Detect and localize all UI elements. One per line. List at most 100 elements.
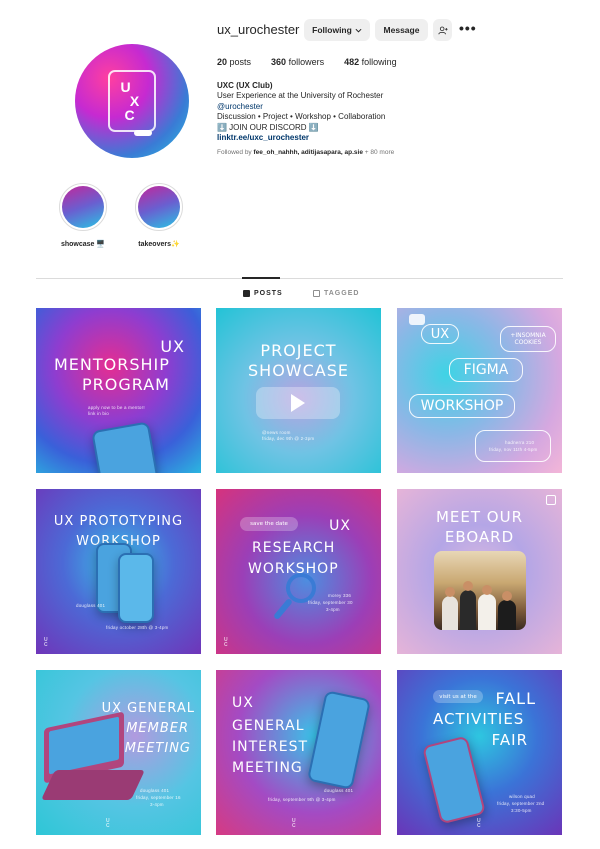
post-title: GENERAL xyxy=(232,718,305,734)
highlight-label: showcase 🖥️ xyxy=(60,241,106,248)
add-user-icon xyxy=(437,26,448,34)
post-caption: douglass 401 xyxy=(76,603,106,608)
magnifier-icon xyxy=(286,573,316,603)
person-head xyxy=(463,581,473,591)
profile-avatar[interactable]: U X C xyxy=(75,44,189,158)
post-caption: douglass 401 xyxy=(324,788,354,793)
tab-posts-label: POSTS xyxy=(254,290,283,297)
person-head xyxy=(502,591,512,601)
tab-tagged-label: TAGGED xyxy=(324,290,360,297)
chevron-down-icon xyxy=(355,28,362,33)
tab-tagged[interactable]: TAGGED xyxy=(313,290,359,297)
highlight-showcase[interactable]: showcase 🖥️ xyxy=(58,183,108,248)
post-caption: hadnerra 210 xyxy=(505,440,535,445)
uxc-logo-icon: U X C xyxy=(108,70,156,136)
person-head xyxy=(445,587,455,597)
following-count: 482 xyxy=(344,57,360,67)
highlight-ring xyxy=(59,183,107,231)
post-title: RESEARCH xyxy=(252,540,336,556)
message-button-label: Message xyxy=(383,25,420,35)
tagged-icon xyxy=(313,290,320,297)
followed-by[interactable]: Followed by fee_oh_nahhh, aditijasapara,… xyxy=(217,149,394,156)
following-stat[interactable]: 482 following xyxy=(344,57,397,67)
highlight-cover xyxy=(138,186,180,228)
person-head xyxy=(482,585,492,595)
post-title: FALL xyxy=(495,689,536,708)
bio-line: User Experience at the University of Roc… xyxy=(217,91,384,101)
message-button[interactable]: Message xyxy=(375,19,428,41)
laptop-base xyxy=(41,770,145,800)
post-caption: apply now to be a mentor! link in bio xyxy=(88,405,145,416)
post-caption: 3:30-5pm xyxy=(511,808,532,813)
video-icon xyxy=(409,314,425,325)
post-caption: douglass 401 xyxy=(140,788,170,793)
followed-by-more: + 80 more xyxy=(364,149,395,156)
posts-stat: 20 posts xyxy=(217,57,251,67)
logo-letter: U xyxy=(120,79,132,95)
active-tab-indicator xyxy=(242,277,280,279)
following-button[interactable]: Following xyxy=(304,19,370,41)
profile-username: ux_urochester xyxy=(217,22,300,37)
post-tile[interactable]: save the date UX RESEARCH WORKSHOP morey… xyxy=(216,489,381,654)
post-tile[interactable]: UX GENERAL INTEREST MEETING douglass 401… xyxy=(216,670,381,835)
post-caption: friday, september 2nd xyxy=(497,801,545,806)
post-title: INTEREST xyxy=(232,739,309,755)
bio-line: ⬇️ JOIN OUR DISCORD ⬇️ xyxy=(217,122,319,132)
post-title: MENTORSHIP xyxy=(54,355,170,374)
posts-label: posts xyxy=(229,57,252,67)
post-tile[interactable]: UX PROTOTYPING WORKSHOP douglass 401 fri… xyxy=(36,489,201,654)
post-title: EBOARD xyxy=(444,528,515,546)
post-tile[interactable]: UX +INSOMNIA COOKIES FIGMA WORKSHOP hadn… xyxy=(397,308,562,473)
bio-external-link[interactable]: linktr.ee/uxc_urochester xyxy=(217,133,385,143)
post-caption: friday october 28th @ 3-4pm xyxy=(106,625,169,630)
post-title: SHOWCASE xyxy=(248,361,349,380)
uxc-logo-icon: UC xyxy=(477,818,481,829)
profile-stats: 20 posts 360 followers 482 following xyxy=(217,57,417,67)
followed-by-prefix: Followed by xyxy=(217,149,252,156)
post-title: WORKSHOP xyxy=(409,394,515,418)
post-tag: visit us at the xyxy=(433,690,483,703)
post-tile[interactable]: MEET OUR EBOARD xyxy=(397,489,562,654)
post-caption: 3-4pm xyxy=(150,802,164,807)
following-button-label: Following xyxy=(312,25,352,35)
profile-display-name: UXC (UX Club) xyxy=(217,81,273,90)
highlight-cover xyxy=(62,186,104,228)
bio-line: Discussion • Project • Workshop • Collab… xyxy=(217,112,386,122)
post-title: MEMBER xyxy=(126,721,189,736)
post-tile[interactable]: PROJECT SHOWCASE @news room friday, dec … xyxy=(216,308,381,473)
post-title: PROJECT xyxy=(260,341,337,360)
uxc-logo-icon: UC xyxy=(44,637,48,648)
person-figure xyxy=(498,600,516,630)
carousel-icon xyxy=(546,495,556,505)
post-tile[interactable]: UX MENTORSHIP PROGRAM apply now to be a … xyxy=(36,308,201,473)
followers-label: followers xyxy=(288,57,325,67)
highlight-takeovers[interactable]: takeovers✨ xyxy=(134,183,184,248)
phone-illustration xyxy=(91,421,159,473)
post-title: MEETING xyxy=(124,741,191,756)
post-title: PROGRAM xyxy=(82,375,170,394)
more-options-icon[interactable]: ••• xyxy=(459,21,476,36)
post-title: UX xyxy=(329,518,351,534)
uxc-logo-icon: UC xyxy=(106,818,110,829)
post-tile[interactable]: UX GENERAL MEMBER MEETING douglass 401 f… xyxy=(36,670,201,835)
post-caption: friday, nov 11th 4-5pm xyxy=(489,447,538,452)
post-title: MEETING xyxy=(232,760,303,776)
eboard-photo xyxy=(434,551,526,630)
logo-pill xyxy=(134,130,152,136)
suggested-users-button[interactable] xyxy=(433,19,452,41)
followers-count: 360 xyxy=(271,57,287,67)
post-title: FIGMA xyxy=(449,358,523,382)
post-caption: morey 336 xyxy=(328,593,352,598)
grid-icon xyxy=(243,290,250,297)
post-title: UX GENERAL xyxy=(101,701,195,716)
person-figure xyxy=(460,590,476,630)
post-tile[interactable]: visit us at the FALL ACTIVITIES FAIR wil… xyxy=(397,670,562,835)
profile-bio: UXC (UX Club) User Experience at the Uni… xyxy=(217,81,385,143)
tab-posts[interactable]: POSTS xyxy=(243,290,283,297)
uxc-logo-icon: UC xyxy=(224,637,228,648)
post-title: ACTIVITIES xyxy=(433,710,525,728)
bio-handle-link[interactable]: @urochester xyxy=(217,102,385,112)
post-caption: friday, september 9th @ 3-4pm xyxy=(268,797,336,802)
followers-stat[interactable]: 360 followers xyxy=(271,57,324,67)
post-title: +INSOMNIA COOKIES xyxy=(500,326,556,352)
